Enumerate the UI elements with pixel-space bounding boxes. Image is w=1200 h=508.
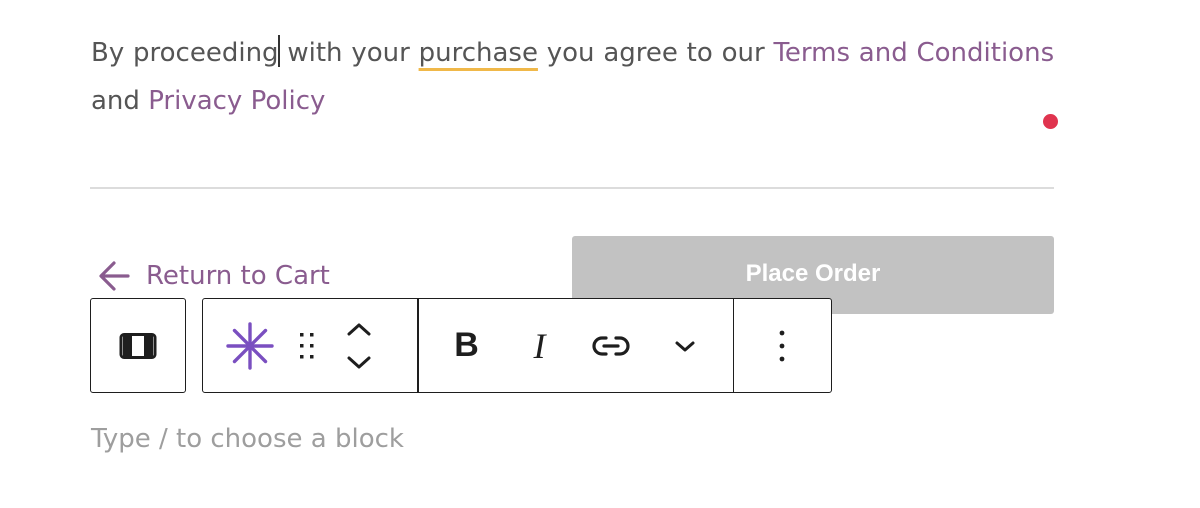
- spellcheck-word[interactable]: purchase: [419, 38, 538, 68]
- italic-button[interactable]: I: [515, 300, 565, 392]
- italic-icon: I: [533, 325, 546, 366]
- move-down-button[interactable]: [345, 346, 373, 380]
- word: your: [351, 38, 410, 68]
- sparkle-icon: [226, 321, 274, 370]
- options-button[interactable]: [734, 300, 830, 392]
- word: to: [686, 38, 713, 68]
- link-icon: [591, 335, 630, 356]
- word: and: [91, 86, 140, 116]
- word: our: [721, 38, 765, 68]
- mover-controls: [331, 300, 387, 392]
- divider: [90, 187, 1054, 189]
- columns-block-icon: [119, 332, 157, 359]
- word: proceeding: [133, 35, 280, 68]
- word: with: [287, 38, 343, 68]
- move-up-icon: [347, 323, 371, 335]
- return-to-cart-label: Return to Cart: [146, 261, 330, 291]
- move-down-icon: [347, 356, 371, 368]
- checkout-editor-canvas: By proceeding with your purchase you agr…: [0, 0, 1200, 508]
- text-cursor: [277, 35, 280, 67]
- block-type-button[interactable]: [91, 300, 185, 392]
- bold-button[interactable]: B: [419, 300, 515, 392]
- more-options-icon: [779, 330, 785, 361]
- terms-paragraph[interactable]: By proceeding with your purchase you agr…: [91, 29, 1054, 125]
- move-up-button[interactable]: [345, 312, 373, 346]
- terms-and-conditions-link[interactable]: Terms and Conditions: [773, 38, 1054, 68]
- drag-handle[interactable]: [297, 300, 317, 392]
- drag-handle-icon: [300, 332, 314, 358]
- block-icon-button[interactable]: [203, 300, 297, 392]
- privacy-policy-link[interactable]: Privacy Policy: [148, 86, 325, 116]
- word: you: [546, 38, 595, 68]
- more-formatting-button[interactable]: [657, 300, 713, 392]
- word: By: [91, 38, 125, 68]
- word: agree: [603, 38, 678, 68]
- return-to-cart-link[interactable]: Return to Cart: [96, 256, 330, 296]
- chevron-down-icon: [675, 341, 694, 351]
- block-type-group: [90, 298, 186, 393]
- arrow-left-icon: [99, 261, 130, 291]
- block-toolbar: B I: [202, 298, 832, 393]
- bold-icon: B: [454, 326, 479, 364]
- link-button[interactable]: [565, 300, 657, 392]
- block-appender-placeholder[interactable]: Type / to choose a block: [91, 424, 404, 454]
- notice-dot-icon: [1043, 114, 1058, 129]
